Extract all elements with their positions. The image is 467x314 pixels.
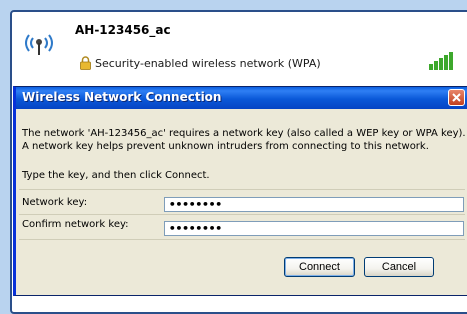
wireless-antenna-icon: [22, 31, 56, 61]
wireless-network-connection-dialog: Wireless Network Connection The network …: [13, 86, 467, 296]
dialog-description: The network 'AH-123456_ac' requires a ne…: [22, 128, 466, 152]
network-key-label: Network key:: [22, 197, 88, 208]
field-divider: [19, 214, 465, 215]
connect-button[interactable]: Connect: [284, 257, 355, 277]
security-status: Security-enabled wireless network (WPA): [95, 57, 321, 70]
field-divider: [19, 239, 465, 240]
network-key-input[interactable]: ••••••••: [164, 197, 464, 212]
dialog-title: Wireless Network Connection: [22, 90, 222, 104]
close-icon: [452, 93, 461, 102]
cancel-button[interactable]: Cancel: [364, 257, 434, 277]
close-button[interactable]: [448, 89, 465, 106]
network-name[interactable]: AH-123456_ac: [75, 23, 171, 37]
signal-strength-icon: [428, 50, 456, 76]
field-divider: [19, 189, 465, 190]
confirm-network-key-label: Confirm network key:: [22, 219, 129, 230]
dialog-titlebar[interactable]: Wireless Network Connection: [16, 87, 467, 109]
dialog-instruction: Type the key, and then click Connect.: [22, 170, 210, 181]
confirm-network-key-input[interactable]: ••••••••: [164, 221, 464, 236]
lock-icon: [79, 55, 92, 74]
